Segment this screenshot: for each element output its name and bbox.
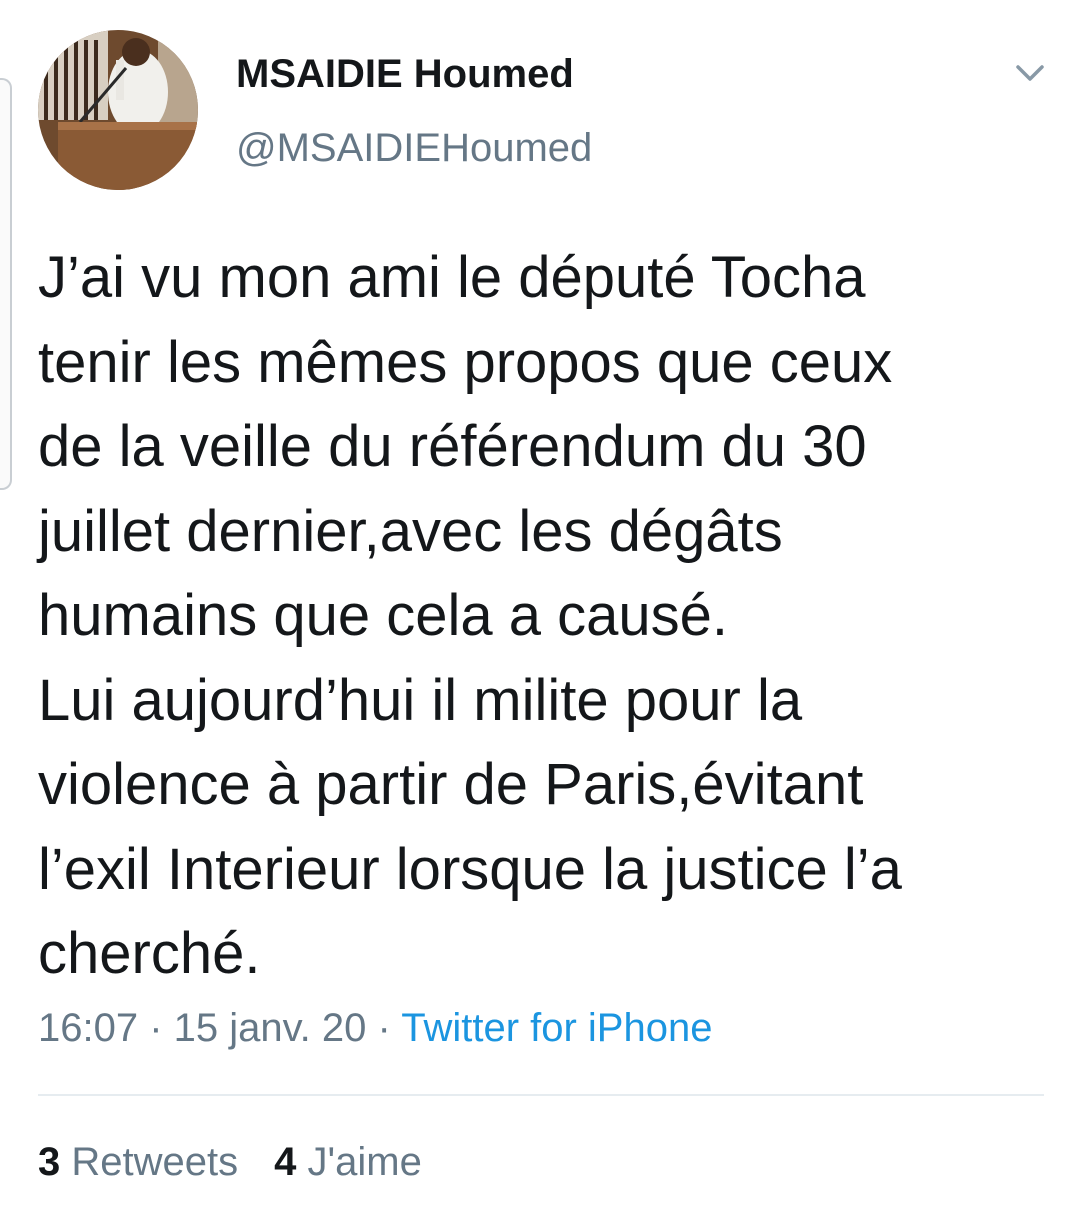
tweet-text-line: Lui aujourd’hui il milite pour la [38,667,803,733]
retweets-count: 3 [38,1140,61,1184]
tweet-text-line: cherché. [38,921,261,986]
meta-separator: · [366,1006,402,1050]
scroll-edge [0,78,12,490]
retweets-label: Retweets [71,1140,239,1184]
tweet-text-line: J’ai vu mon ami le député Tocha [38,245,866,310]
tweet-text-line: juillet dernier,avec les dégâts [38,498,783,564]
tweet-text-line: tenir les mêmes propos que ceux [38,329,893,395]
profile-photo-icon [38,30,198,190]
avatar[interactable] [38,30,198,190]
divider [38,1094,1044,1096]
tweet-date[interactable]: 15 janv. 20 [174,1006,367,1050]
display-name[interactable]: MSAIDIE Houmed [236,52,574,97]
tweet-text-line: violence à partir de Paris,évitant [38,752,864,817]
tweet-stats: 3 Retweets 4 J'aime [38,1140,422,1185]
tweet-text-line: l’exil Interieur lorsque la justice l’a [38,836,902,902]
tweet-time[interactable]: 16:07 [38,1006,138,1050]
tweet-source-link[interactable]: Twitter for iPhone [401,1006,712,1050]
tweet-text-line: humains que cela a causé. [38,583,728,648]
meta-separator: · [138,1006,174,1050]
likes-stat[interactable]: 4 J'aime [274,1140,422,1185]
likes-label: J'aime [307,1140,422,1184]
tweet-meta: 16:07 · 15 janv. 20 · Twitter for iPhone [38,1006,712,1051]
user-handle[interactable]: @MSAIDIEHoumed [236,126,592,171]
tweet-text: J’ai vu mon ami le député Tocha tenir le… [38,236,1038,997]
chevron-down-icon[interactable] [1010,58,1050,88]
likes-count: 4 [274,1140,297,1184]
tweet-text-line: de la veille du référendum du 30 [38,414,867,479]
retweets-stat[interactable]: 3 Retweets [38,1140,238,1185]
